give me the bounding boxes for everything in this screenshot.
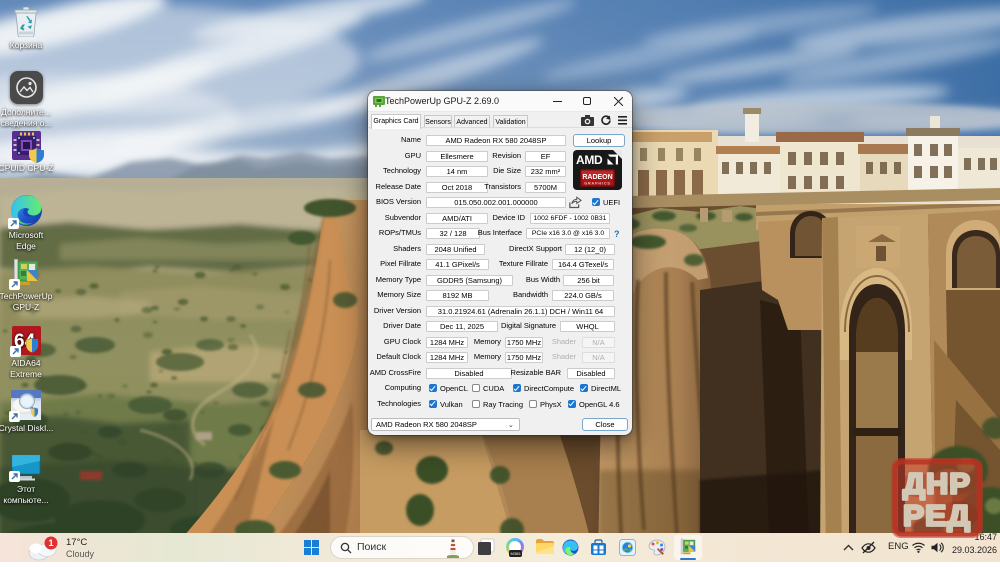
svg-text:1: 1	[48, 538, 53, 548]
svg-text:AMD: AMD	[576, 153, 603, 167]
svg-text:ДНР: ДНР	[903, 468, 971, 501]
svg-text:RADEON: RADEON	[582, 174, 612, 181]
svg-text:РЕД: РЕД	[903, 500, 971, 533]
svg-text:GRAPHICS: GRAPHICS	[584, 182, 610, 186]
